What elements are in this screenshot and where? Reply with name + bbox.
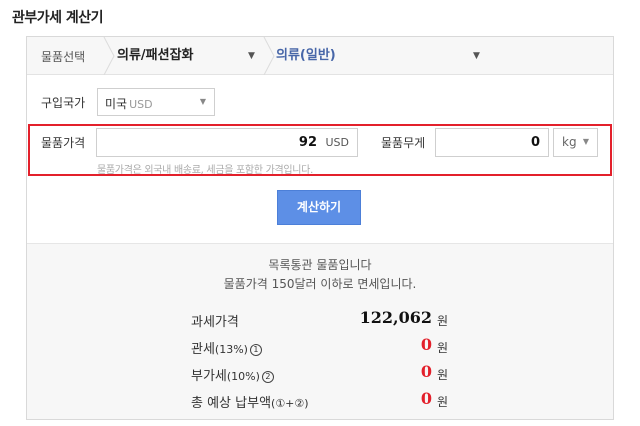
chevron-down-icon: ▼ [248, 51, 255, 61]
result-message-2: 물품가격 150달러 이하로 면세입니다. [223, 277, 417, 291]
result-value: 122,062 [359, 308, 432, 327]
weight-input[interactable]: 0 [435, 128, 549, 157]
weight-value: 0 [530, 135, 540, 150]
result-value: 0 [420, 335, 432, 354]
category-level1-value: 의류/패션잡화 [117, 48, 194, 63]
result-message-1: 목록통관 물품입니다 [268, 258, 372, 272]
price-input[interactable]: 92 USD [96, 128, 358, 157]
result-label: 부가세 [191, 369, 227, 384]
calculate-button[interactable]: 계산하기 [277, 190, 361, 225]
chevron-down-icon: ▼ [473, 51, 480, 61]
country-select[interactable]: 미국 USD ▼ [97, 88, 215, 116]
breadcrumb-separator-icon [103, 37, 115, 75]
price-value: 92 [298, 135, 317, 150]
category-label: 물품선택 [41, 50, 86, 64]
price-label: 물품가격 [41, 136, 86, 150]
circled-number-icon: 2 [261, 371, 274, 383]
country-value: 미국 [105, 97, 128, 111]
category-level1-select[interactable]: 의류/패션잡화 ▼ [117, 37, 285, 75]
result-unit: 원 [437, 341, 449, 355]
result-label: 관세 [191, 342, 215, 357]
result-value: 0 [420, 362, 432, 381]
chevron-down-icon: ▼ [199, 97, 206, 106]
breadcrumb-separator-icon [263, 37, 275, 75]
price-note: 물품가격은 외국내 배송료, 세금을 포함한 가격입니다. [97, 165, 313, 176]
weight-unit-value: kg [562, 135, 577, 149]
calculator-panel: 물품선택 의류/패션잡화 ▼ 의류(일반) ▼ 구입국가 미국 USD ▼ 물품가… [26, 36, 614, 420]
result-row-vat: 부가세(10%) 2 0 원 [27, 362, 613, 384]
circled-number-icon: 1 [249, 344, 262, 356]
result-row-taxable: 과세가격 122,062 원 [27, 308, 613, 330]
page-title: 관부가세 계산기 [12, 10, 104, 26]
country-currency: USD [129, 98, 153, 111]
result-row-duty: 관세(13%) 1 0 원 [27, 335, 613, 357]
result-formula: (①+②) [271, 397, 309, 410]
result-value: 0 [420, 389, 432, 408]
result-rate: (13%) [214, 343, 248, 356]
result-rate: (10%) [226, 370, 260, 383]
results-panel: 목록통관 물품입니다 물품가격 150달러 이하로 면세입니다. 과세가격 12… [27, 243, 613, 419]
category-level2-select[interactable]: 의류(일반) ▼ [276, 37, 506, 75]
result-row-total: 총 예상 납부액(①+②) 0 원 [27, 389, 613, 411]
country-label: 구입국가 [41, 96, 86, 110]
result-unit: 원 [437, 314, 449, 328]
result-label: 총 예상 납부액 [191, 396, 272, 411]
category-level2-value: 의류(일반) [276, 48, 336, 63]
weight-label: 물품무게 [381, 136, 426, 150]
result-label: 과세가격 [191, 315, 239, 330]
weight-unit-select[interactable]: kg ▼ [553, 128, 598, 157]
price-unit: USD [325, 136, 349, 149]
result-unit: 원 [437, 368, 449, 382]
chevron-down-icon: ▼ [582, 137, 589, 146]
category-bar: 물품선택 의류/패션잡화 ▼ 의류(일반) ▼ [27, 37, 613, 75]
result-unit: 원 [437, 395, 449, 409]
